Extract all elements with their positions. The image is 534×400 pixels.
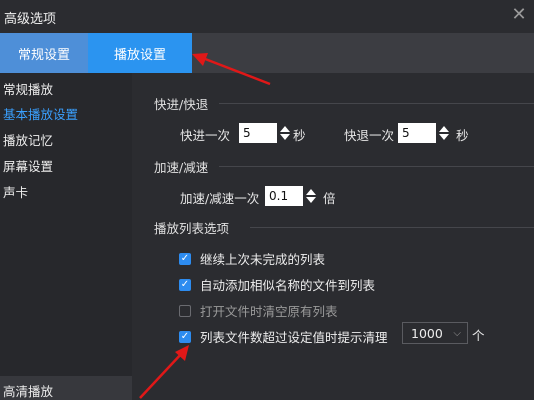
option-continue-list[interactable]: ✓ 继续上次未完成的列表: [179, 249, 325, 268]
window-title: 高级选项: [4, 12, 57, 27]
divider: [219, 103, 534, 104]
limit-unit: 个: [472, 328, 485, 343]
tab-bar: 常规设置 播放设置: [0, 33, 534, 73]
sidebar-item-playback-memory[interactable]: 播放记忆: [3, 130, 53, 149]
section-title-playlist: 播放列表选项: [154, 221, 230, 236]
option-label: 列表文件数超过设定值时提示清理: [200, 330, 388, 345]
close-icon[interactable]: ✕: [508, 4, 530, 26]
option-prompt-cleanup[interactable]: ✓ 列表文件数超过设定值时提示清理: [179, 327, 388, 346]
checkbox-icon[interactable]: ✓: [179, 252, 191, 265]
option-auto-add-similar[interactable]: ✓ 自动添加相似名称的文件到列表: [179, 275, 375, 294]
backward-spinner[interactable]: 5: [398, 123, 452, 143]
checkbox-icon[interactable]: ✓: [179, 278, 191, 291]
limit-select[interactable]: 1000 ⌵: [402, 322, 468, 344]
sidebar-item-basic-playback[interactable]: 基本播放设置: [3, 104, 78, 123]
backward-input[interactable]: 5: [398, 123, 436, 143]
option-label: 打开文件时清空原有列表: [200, 304, 338, 319]
backward-label: 快退一次: [344, 128, 395, 143]
sidebar-bottom-label: 高清播放: [3, 384, 54, 399]
settings-panel: 快进/快退 快进一次 5 秒 快退一次 5 秒 加速/减速 加速/减速一次 0.…: [132, 73, 534, 400]
backward-unit: 秒: [456, 128, 469, 143]
forward-spinner[interactable]: 5: [239, 123, 293, 143]
spinner-arrows-icon[interactable]: [436, 123, 452, 143]
speed-input[interactable]: 0.1: [265, 186, 303, 206]
checkbox-icon[interactable]: ✓: [179, 330, 191, 343]
sidebar-item-sound-card[interactable]: 声卡: [3, 182, 28, 201]
section-title-speed: 加速/减速: [154, 160, 209, 175]
forward-unit: 秒: [293, 128, 306, 143]
option-label: 继续上次未完成的列表: [200, 252, 326, 267]
speed-unit: 倍: [323, 191, 336, 206]
sidebar: 常规播放 基本播放设置 播放记忆 屏幕设置 声卡 高清播放: [0, 73, 132, 400]
speed-label: 加速/减速一次: [180, 191, 260, 206]
forward-label: 快进一次: [180, 128, 231, 143]
divider: [250, 227, 534, 228]
chevron-down-icon[interactable]: ⌵: [453, 328, 461, 339]
sidebar-item-hd-playback[interactable]: 高清播放: [0, 376, 132, 400]
section-title-seek: 快进/快退: [154, 97, 209, 112]
divider: [219, 166, 534, 167]
sidebar-item-general-playback[interactable]: 常规播放: [3, 79, 53, 98]
spinner-arrows-icon[interactable]: [303, 186, 319, 206]
tab-general-settings[interactable]: 常规设置: [0, 33, 88, 73]
title-bar: 高级选项 ✕: [0, 0, 534, 33]
spinner-arrows-icon[interactable]: [277, 123, 293, 143]
forward-input[interactable]: 5: [239, 123, 277, 143]
limit-value: 1000: [411, 325, 443, 341]
speed-spinner[interactable]: 0.1: [265, 186, 319, 206]
option-label: 自动添加相似名称的文件到列表: [200, 278, 376, 293]
tab-playback-settings[interactable]: 播放设置: [88, 33, 192, 73]
option-clear-on-open[interactable]: 打开文件时清空原有列表: [179, 301, 338, 320]
sidebar-item-screen-settings[interactable]: 屏幕设置: [3, 156, 53, 175]
checkbox-icon[interactable]: [179, 304, 191, 317]
